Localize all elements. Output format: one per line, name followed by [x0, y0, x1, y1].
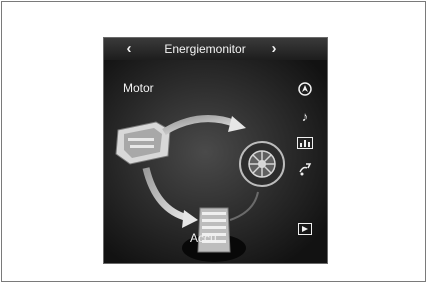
chevron-left-icon[interactable]: ‹ [121, 40, 137, 58]
motor-label: Motor [123, 81, 154, 95]
header-bar: ‹ Energiemonitor › [104, 38, 327, 61]
battery-label: Accu [190, 231, 217, 245]
music-note-icon[interactable]: ♪ [296, 108, 314, 126]
display-screen: ‹ Energiemonitor › Motor Accu ♪ [103, 37, 328, 264]
motor-icon [115, 121, 171, 165]
energy-graph-icon[interactable] [296, 136, 314, 154]
navigation-icon[interactable] [296, 82, 314, 101]
climate-fan-icon[interactable] [296, 162, 314, 181]
display-icon[interactable] [296, 222, 314, 240]
wheel-icon [239, 141, 285, 187]
page-title: Energiemonitor [164, 42, 246, 56]
chevron-right-icon[interactable]: › [266, 40, 282, 58]
